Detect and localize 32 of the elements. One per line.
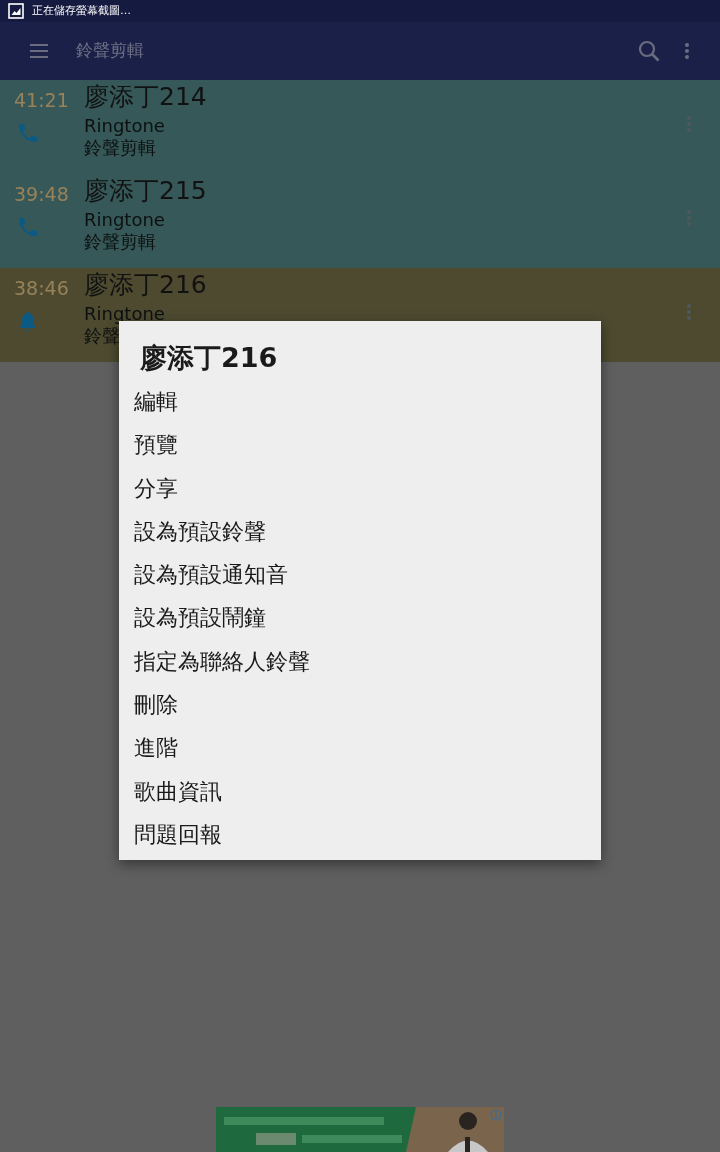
ringtone-artist: 鈴聲 (84, 324, 120, 348)
ringtone-type: Ringtone (84, 115, 165, 136)
duration-text: 39:48 (14, 182, 70, 207)
more-icon[interactable] (684, 42, 690, 60)
menu-item[interactable]: 設為預設鬧鐘 (119, 596, 601, 640)
info-icon[interactable] (490, 1109, 502, 1121)
menu-item[interactable]: 預覽 (119, 423, 601, 467)
phone-icon (16, 121, 40, 145)
ringtone-title: 廖添丁216 (84, 270, 207, 300)
menu-item[interactable]: 問題回報 (119, 812, 601, 857)
phone-icon (16, 215, 40, 239)
ringtone-artist: 鈴聲剪輯 (84, 136, 156, 160)
screenshot-icon (8, 3, 24, 19)
menu-icon[interactable] (30, 44, 48, 58)
ringtone-title: 廖添丁215 (84, 176, 207, 206)
ringtone-title: 廖添丁214 (84, 82, 207, 112)
menu-item[interactable]: 分享 (119, 466, 601, 510)
ringtone-type: Ringtone (84, 303, 165, 324)
duration-text: 41:21 (14, 88, 70, 113)
notification-text: 正在儲存螢幕截圖… (32, 2, 131, 19)
menu-item[interactable]: 歌曲資訊 (119, 769, 601, 813)
app-title: 鈴聲剪輯 (76, 39, 144, 63)
duration-text: 38:46 (14, 276, 70, 301)
menu-item[interactable]: 設為預設鈴聲 (119, 509, 601, 554)
menu-item[interactable]: 編輯 (119, 380, 601, 424)
ringtone-artist: 鈴聲剪輯 (84, 230, 156, 254)
menu-item[interactable]: 指定為聯絡人鈴聲 (119, 639, 601, 684)
ringtone-type: Ringtone (84, 209, 165, 230)
menu-item[interactable]: 進階 (119, 726, 601, 770)
search-icon[interactable] (638, 40, 660, 62)
menu-item[interactable]: 設為預設通知音 (119, 553, 601, 597)
menu-item[interactable]: 刪除 (119, 683, 601, 727)
